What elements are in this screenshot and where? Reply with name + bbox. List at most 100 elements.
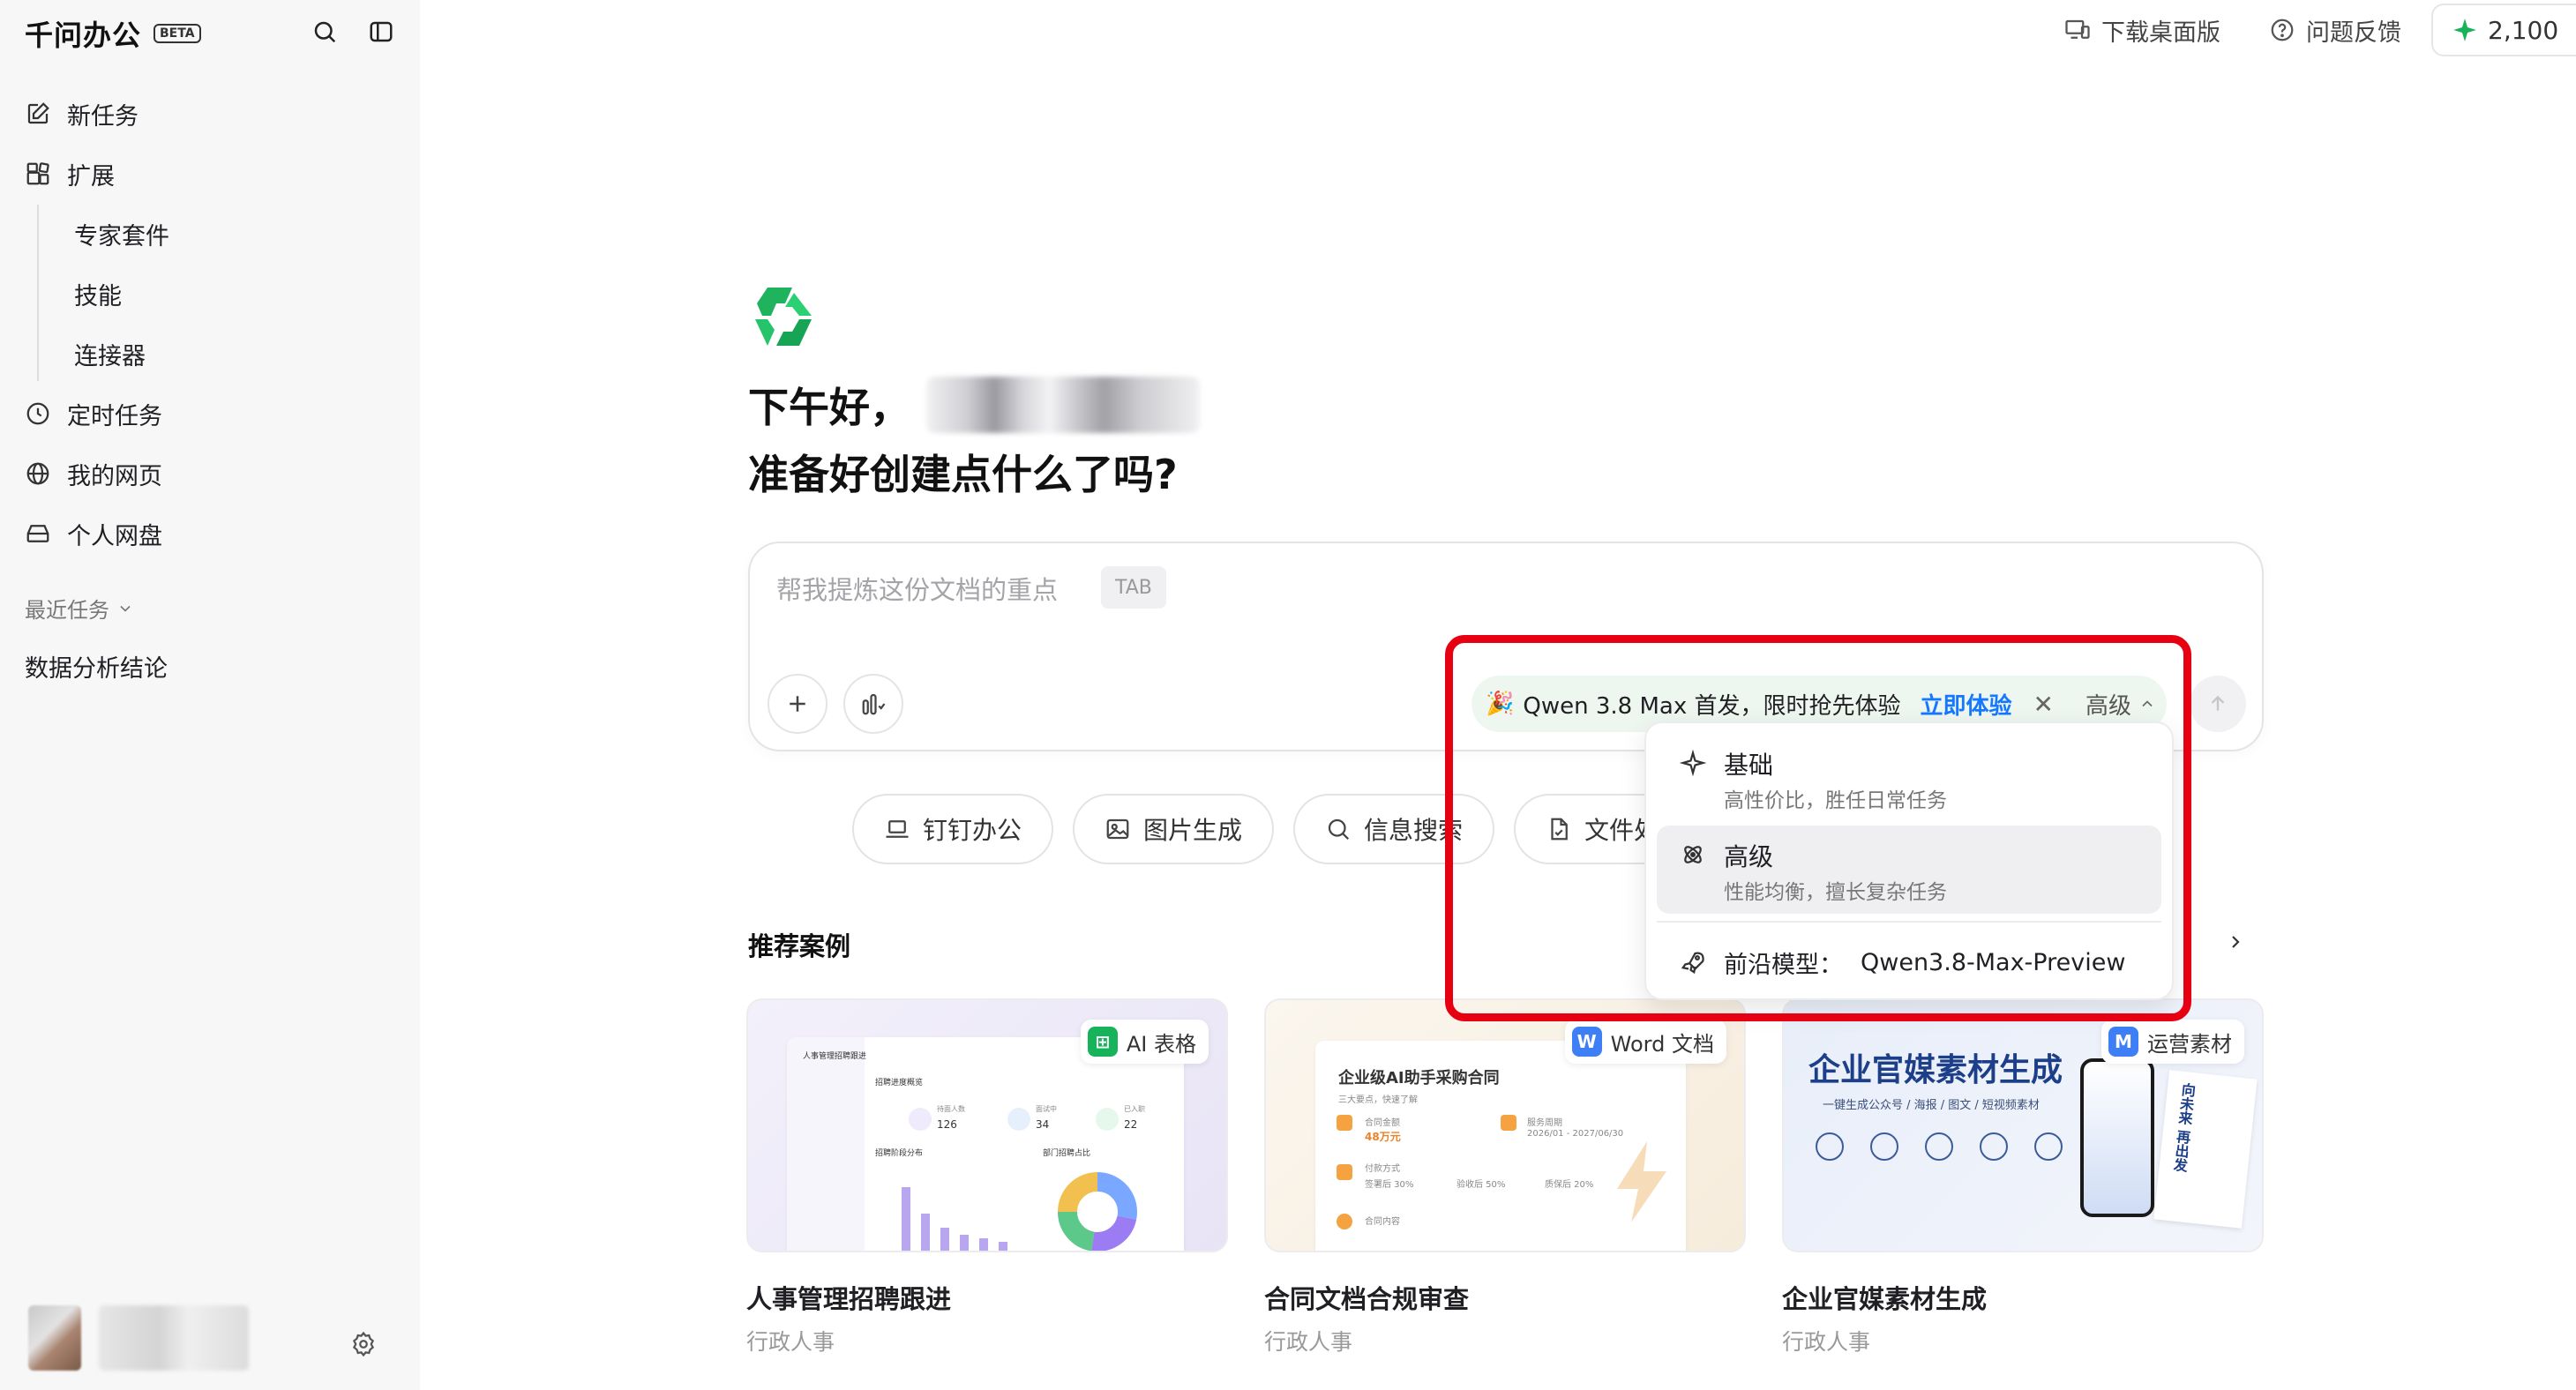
feature-icon bbox=[1925, 1132, 1953, 1161]
sidebar-item-my-webpages[interactable]: 我的网页 bbox=[25, 452, 162, 495]
model-level-selector[interactable]: 高级 bbox=[2086, 688, 2131, 721]
tools-button[interactable] bbox=[843, 674, 903, 734]
user-profile[interactable] bbox=[28, 1305, 249, 1371]
feedback-button[interactable]: 问题反馈 bbox=[2269, 12, 2401, 48]
help-icon bbox=[2271, 19, 2294, 41]
settings-button[interactable] bbox=[346, 1326, 381, 1362]
bar bbox=[979, 1238, 988, 1251]
tab-hint: TAB bbox=[1101, 566, 1166, 609]
case-card-hr[interactable]: 人事管理招聘跟进 招聘进度概览 待面人数 126 面试中 34 已入职 22 招… bbox=[746, 998, 1228, 1252]
try-now-link[interactable]: 立即体验 bbox=[1920, 688, 2011, 721]
case-card-media[interactable]: 企业官媒素材生成 一键生成公众号 / 海报 / 图文 / 短视频素材 向未来 再… bbox=[1782, 998, 2264, 1252]
greeting-text: 下午好， bbox=[748, 384, 910, 431]
send-button[interactable] bbox=[2190, 676, 2246, 732]
stat-value: 22 bbox=[1124, 1118, 1138, 1131]
bar bbox=[902, 1187, 910, 1251]
stat-icon bbox=[909, 1108, 932, 1131]
stat-icon bbox=[1007, 1108, 1030, 1131]
case-title[interactable]: 人事管理招聘跟进 bbox=[746, 1279, 951, 1316]
chevron-right-icon bbox=[2232, 936, 2240, 948]
poster-mockup: 向未来 再出发 bbox=[2153, 1070, 2258, 1229]
download-label: 下载桌面版 bbox=[2101, 19, 2220, 47]
chip-dingtalk-office[interactable]: 钉钉办公 bbox=[852, 794, 1054, 864]
user-name-blurred bbox=[926, 377, 1200, 433]
sidebar-toggle-icon bbox=[370, 21, 393, 42]
option-title: 基础 bbox=[1724, 751, 1774, 780]
atom-icon bbox=[1684, 846, 1702, 863]
sidebar-item-extensions[interactable]: 扩展 bbox=[25, 153, 115, 195]
submenu-guide-line bbox=[37, 205, 39, 381]
recommend-title: 推荐案例 bbox=[748, 931, 851, 961]
lightning-watermark-icon bbox=[1617, 1141, 1666, 1222]
case-title[interactable]: 企业官媒素材生成 bbox=[1782, 1279, 1987, 1316]
prompt-placeholder[interactable]: 帮我提炼这份文档的重点 bbox=[776, 570, 1058, 607]
case-card-contract[interactable]: 企业级AI助手采购合同 三大要点，快速了解 合同金额 48万元 服务周期 202… bbox=[1264, 998, 1746, 1252]
media-feature-icons bbox=[1816, 1132, 2063, 1161]
model-option-basic[interactable]: 基础 高性价比，胜任日常任务 bbox=[1657, 734, 2161, 822]
model-option-advanced[interactable]: 高级 性能均衡，擅长复杂任务 bbox=[1657, 826, 2161, 914]
drive-icon bbox=[26, 525, 49, 542]
sidebar-item-label: 新任务 bbox=[67, 102, 139, 131]
arrow-up-icon bbox=[2211, 695, 2225, 711]
hr-donut-chart bbox=[1058, 1172, 1137, 1251]
badge-label: AI 表格 bbox=[1126, 1031, 1196, 1057]
field-label: 合同金额 bbox=[1365, 1118, 1400, 1128]
hr-preview-title: 人事管理招聘跟进 bbox=[803, 1052, 867, 1061]
file-icon bbox=[1551, 818, 1568, 841]
calendar-icon bbox=[1501, 1115, 1516, 1131]
carousel-next-button[interactable] bbox=[2218, 924, 2253, 960]
sidebar-item-scheduled-tasks[interactable]: 定时任务 bbox=[25, 392, 162, 435]
sparkle-green-icon bbox=[2453, 19, 2476, 41]
desktop-download-icon bbox=[2065, 19, 2090, 39]
toggle-sidebar-button[interactable] bbox=[363, 14, 399, 49]
sidebar-item-new-task[interactable]: 新任务 bbox=[25, 93, 139, 135]
hr-preview-sidebar bbox=[787, 1037, 865, 1251]
phone-mockup bbox=[2080, 1058, 2154, 1217]
sidebar: 千问办公 BETA 新任务 扩展 专家套件 技能 连接器 定时任务 我的网页 个… bbox=[0, 0, 420, 1390]
media-preview-subtitle: 一键生成公众号 / 海报 / 图文 / 短视频素材 bbox=[1823, 1099, 2040, 1112]
credits-button[interactable]: 2,100 bbox=[2431, 4, 2576, 56]
payment-icon bbox=[1337, 1164, 1352, 1180]
option-title: 高级 bbox=[1724, 842, 1774, 871]
close-icon[interactable]: ✕ bbox=[2033, 690, 2054, 719]
case-badge: ⊞ AI 表格 bbox=[1080, 1020, 1209, 1064]
contract-preview-subtitle: 三大要点，快速了解 bbox=[1338, 1095, 1418, 1105]
sidebar-subitem-expert-kits[interactable]: 专家套件 bbox=[74, 213, 169, 255]
field-value: 签署后 30% bbox=[1365, 1180, 1414, 1190]
feature-icon bbox=[1816, 1132, 1844, 1161]
case-badge: M 运营素材 bbox=[2101, 1020, 2244, 1064]
model-option-frontier[interactable]: 前沿模型： Qwen3.8-Max-Preview bbox=[1657, 931, 2161, 993]
feature-icon bbox=[1980, 1132, 2008, 1161]
beta-badge: BETA bbox=[154, 24, 201, 43]
sidebar-item-label: 个人网盘 bbox=[67, 522, 162, 550]
stat-value: 34 bbox=[1036, 1118, 1050, 1131]
case-badge: W Word 文档 bbox=[1564, 1020, 1726, 1064]
search-icon bbox=[1328, 818, 1350, 841]
badge-label: 运营素材 bbox=[2147, 1031, 2232, 1057]
field-label: 付款方式 bbox=[1365, 1164, 1400, 1174]
stat-icon bbox=[1096, 1108, 1119, 1131]
sparkle-icon bbox=[1680, 750, 1706, 776]
sidebar-subitem-connectors[interactable]: 连接器 bbox=[74, 333, 146, 375]
sheet-icon: ⊞ bbox=[1087, 1027, 1118, 1057]
case-category: 行政人事 bbox=[1264, 1329, 1353, 1355]
search-icon bbox=[314, 21, 336, 43]
brand-name: 千问办公 bbox=[25, 19, 142, 52]
chip-info-search[interactable]: 信息搜索 bbox=[1293, 794, 1495, 864]
search-button[interactable] bbox=[307, 14, 342, 49]
contract-preview-panel: 企业级AI助手采购合同 三大要点，快速了解 合同金额 48万元 服务周期 202… bbox=[1315, 1041, 1686, 1251]
attach-button[interactable] bbox=[768, 674, 827, 734]
recent-task-item[interactable]: 数据分析结论 bbox=[25, 649, 168, 684]
sidebar-item-label: 扩展 bbox=[67, 162, 115, 191]
field-label: 合同内容 bbox=[1365, 1217, 1400, 1227]
sidebar-item-personal-drive[interactable]: 个人网盘 bbox=[25, 512, 162, 555]
stat-value: 126 bbox=[937, 1118, 957, 1131]
chevron-up-icon[interactable] bbox=[2138, 695, 2156, 713]
chip-image-generation[interactable]: 图片生成 bbox=[1073, 794, 1275, 864]
case-title[interactable]: 合同文档合规审查 bbox=[1264, 1279, 1469, 1316]
brand[interactable]: 千问办公 BETA bbox=[25, 14, 201, 53]
frontier-value: Qwen3.8-Max-Preview bbox=[1861, 948, 2126, 976]
download-desktop-button[interactable]: 下载桌面版 bbox=[2064, 12, 2220, 48]
sidebar-subitem-skills[interactable]: 技能 bbox=[74, 273, 122, 315]
recent-tasks-header[interactable]: 最近任务 bbox=[25, 593, 134, 624]
